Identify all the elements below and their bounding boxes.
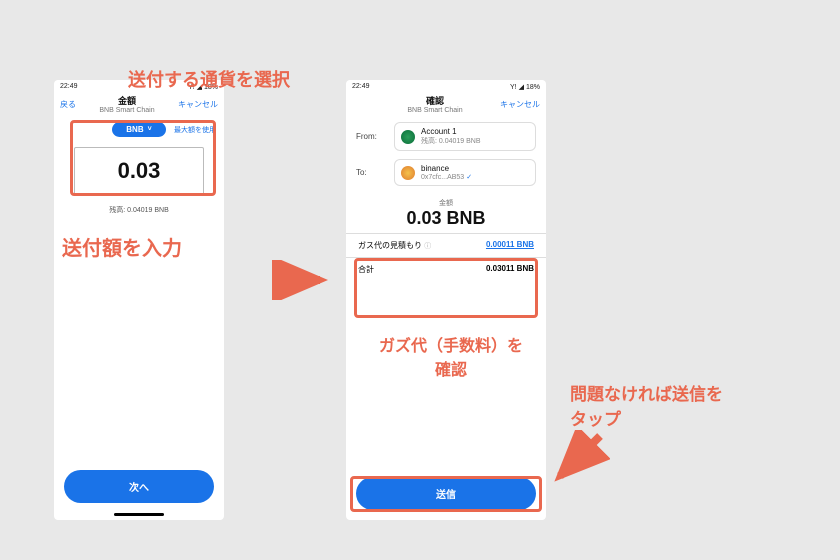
annotation-select-currency: 送付する通貨を選択 <box>128 66 290 92</box>
annotation-gas-fee: ガズ代（手数料）を 確認 <box>356 332 546 380</box>
battery-label: 18% <box>526 84 540 91</box>
currency-selector[interactable]: BNB ˅ <box>112 122 165 137</box>
to-name: binance <box>421 164 472 173</box>
total-value: 0.03011 BNB <box>486 264 534 275</box>
balance-text: 残高: 0.04019 BNB <box>54 201 224 219</box>
arrow-right-icon <box>270 260 330 300</box>
amount-value: 0.03 BNB <box>346 208 546 229</box>
check-icon: ✓ <box>466 174 472 181</box>
use-max-button[interactable]: 最大額を使用 <box>174 125 216 135</box>
from-name: Account 1 <box>421 127 481 136</box>
carrier-label: Y! <box>510 84 517 91</box>
currency-row: BNB ˅ 最大額を使用 <box>54 118 224 143</box>
annotation-tap-send: 問題なければ送信を タップ <box>570 380 723 430</box>
total-label: 合計 <box>358 264 374 275</box>
from-balance: 残高: 0.04019 BNB <box>421 136 481 146</box>
signal-icon: ◢ <box>519 83 524 91</box>
back-button[interactable]: 戻る <box>60 99 76 110</box>
avatar-icon <box>401 166 415 180</box>
gas-label: ガス代の見積もり <box>358 241 422 250</box>
cancel-button[interactable]: キャンセル <box>500 99 540 110</box>
page-subtitle: BNB Smart Chain <box>370 107 500 114</box>
gas-value-link[interactable]: 0.00011 BNB <box>486 240 534 251</box>
home-indicator <box>114 513 164 516</box>
phone-confirm: 22:49 Y! ◢ 18% 確認 BNB Smart Chain キャンセル … <box>346 80 546 520</box>
page-subtitle: BNB Smart Chain <box>76 107 178 114</box>
cancel-button[interactable]: キャンセル <box>178 99 218 110</box>
status-bar: 22:49 Y! ◢ 18% <box>346 80 546 92</box>
avatar-icon <box>401 130 415 144</box>
status-time: 22:49 <box>352 83 370 91</box>
to-label: To: <box>356 168 384 177</box>
nav-bar: 確認 BNB Smart Chain キャンセル <box>346 92 546 118</box>
to-address: 0x7cfc...AB53 <box>421 174 464 181</box>
from-account-box[interactable]: Account 1 残高: 0.04019 BNB <box>394 122 536 151</box>
chevron-down-icon: ˅ <box>148 126 152 133</box>
gas-row: ガス代の見積もり ⓘ 0.00011 BNB <box>346 233 546 257</box>
amount-label: 金額 <box>346 198 546 208</box>
amount-section: 金額 0.03 BNB <box>346 190 546 233</box>
send-button[interactable]: 送信 <box>356 477 536 510</box>
nav-bar: 戻る 金額 BNB Smart Chain キャンセル <box>54 92 224 118</box>
from-label: From: <box>356 132 384 141</box>
annotation-enter-amount: 送付額を入力 <box>62 232 182 261</box>
to-account-box[interactable]: binance 0x7cfc...AB53✓ <box>394 159 536 186</box>
info-icon[interactable]: ⓘ <box>424 243 431 250</box>
phone-send-amount: 22:49 Y! ◢ 18% 戻る 金額 BNB Smart Chain キャン… <box>54 80 224 520</box>
next-button[interactable]: 次へ <box>64 470 214 503</box>
arrow-down-left-icon <box>550 430 610 485</box>
page-title: 金額 <box>76 94 178 107</box>
status-time: 22:49 <box>60 83 78 91</box>
page-title: 確認 <box>370 94 500 107</box>
currency-label: BNB <box>126 125 143 134</box>
total-row: 合計 0.03011 BNB <box>346 257 546 281</box>
amount-input[interactable]: 0.03 <box>74 147 204 195</box>
